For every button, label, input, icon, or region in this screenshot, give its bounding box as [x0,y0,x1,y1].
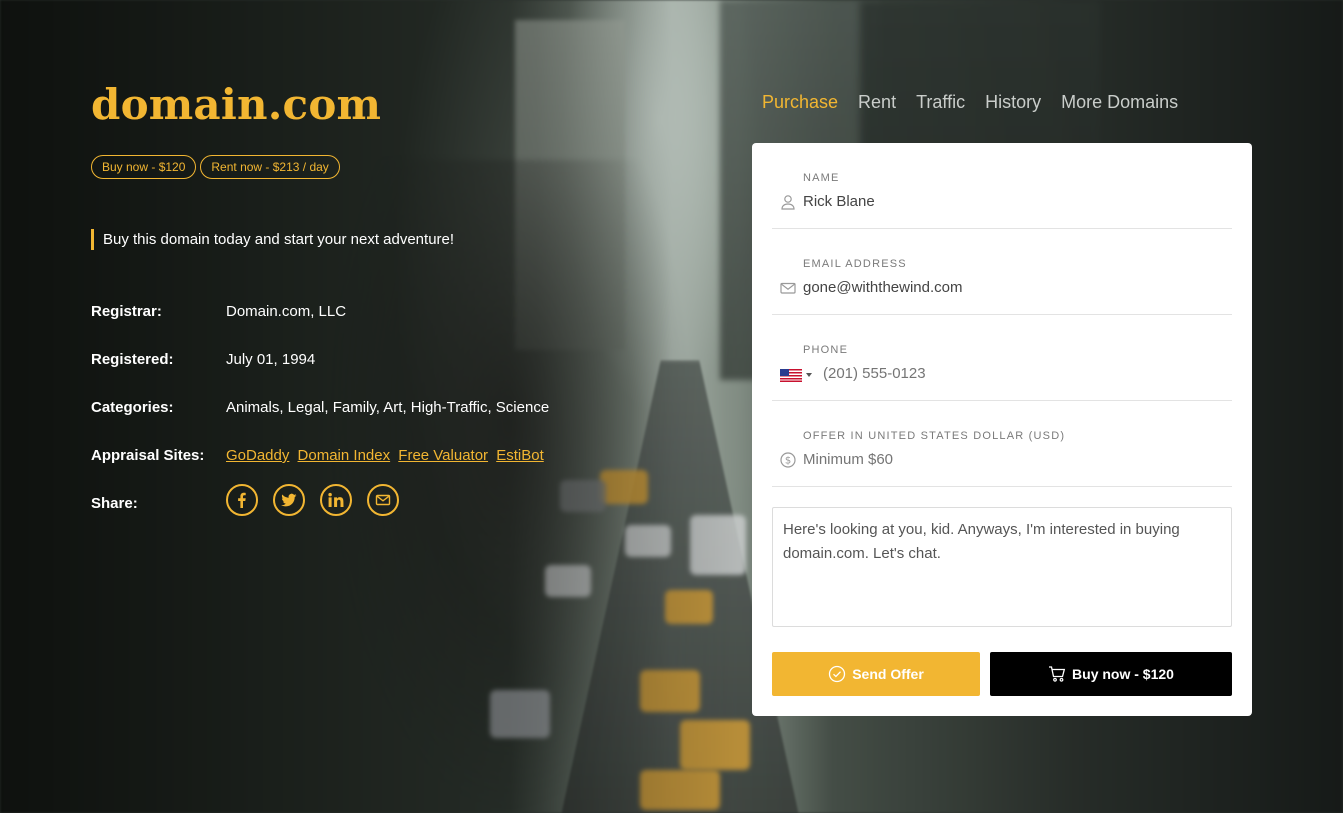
top-nav: Purchase Rent Traffic History More Domai… [762,91,1178,113]
buy-now-pill[interactable]: Buy now - $120 [91,155,197,179]
share-icons [226,484,399,516]
svg-text:$: $ [785,456,791,467]
phone-input[interactable] [823,365,1243,382]
message-textarea[interactable]: Here's looking at you, kid. Anyways, I'm… [772,507,1232,627]
offer-field: Offer in United States Dollar (USD) $ [772,401,1232,487]
user-icon [781,195,795,210]
send-offer-label: Send Offer [852,666,924,682]
appraisal-links: GoDaddy Domain Index Free Valuator EstiB… [226,446,548,466]
email-label: Email Address [803,258,907,270]
offer-input[interactable] [803,451,1223,468]
appraisal-link-estibot[interactable]: EstiBot [496,447,544,464]
categories-row: Categories: Animals, Legal, Family, Art,… [91,398,549,446]
buy-now-label: Buy now - $120 [1072,666,1174,682]
offer-label: Offer in United States Dollar (USD) [803,430,1066,442]
share-row: Share: [91,484,549,542]
appraisal-label: Appraisal Sites: [91,447,205,464]
nav-traffic[interactable]: Traffic [916,91,965,113]
us-flag-icon[interactable] [780,369,802,382]
registrar-label: Registrar: [91,303,162,320]
tagline: Buy this domain today and start your nex… [91,229,454,250]
linkedin-icon[interactable] [320,484,352,516]
dollar-icon: $ [780,452,796,468]
categories-label: Categories: [91,399,174,416]
nav-history[interactable]: History [985,91,1041,113]
share-label: Share: [91,495,138,512]
twitter-icon[interactable] [273,484,305,516]
send-offer-button[interactable]: Send Offer [772,652,980,696]
check-circle-icon [829,665,846,683]
nav-more-domains[interactable]: More Domains [1061,91,1178,113]
nav-rent[interactable]: Rent [858,91,896,113]
registered-value: July 01, 1994 [226,351,316,368]
appraisal-link-domain-index[interactable]: Domain Index [298,447,391,464]
name-field: Name [772,143,1232,229]
phone-field: Phone [772,315,1243,401]
categories-value: Animals, Legal, Family, Art, High-Traffi… [226,399,550,416]
domain-details: Registrar: Domain.com, LLC Registered: J… [91,302,549,542]
name-input[interactable] [803,193,1223,210]
phone-label: Phone [803,344,849,356]
registrar-row: Registrar: Domain.com, LLC [91,302,549,350]
email-field: Email Address [772,229,1232,315]
appraisal-link-free-valuator[interactable]: Free Valuator [398,447,488,464]
cart-icon [1049,666,1066,682]
buy-now-button[interactable]: Buy now - $120 [990,652,1232,696]
email-input[interactable] [803,279,1223,296]
nav-purchase[interactable]: Purchase [762,91,838,113]
appraisal-link-godaddy[interactable]: GoDaddy [226,447,289,464]
registered-label: Registered: [91,351,174,368]
price-pills: Buy now - $120 Rent now - $213 / day [91,155,340,179]
name-label: Name [803,172,840,184]
chevron-down-icon[interactable] [806,373,812,377]
registered-row: Registered: July 01, 1994 [91,350,549,398]
registrar-value: Domain.com, LLC [226,303,347,320]
domain-title: domain.com [91,80,382,129]
offer-form-card: Name Email Address Phone Offer in United… [752,143,1252,716]
facebook-icon[interactable] [226,484,258,516]
rent-now-pill[interactable]: Rent now - $213 / day [200,155,340,179]
email-icon[interactable] [367,484,399,516]
envelope-icon [780,282,796,294]
